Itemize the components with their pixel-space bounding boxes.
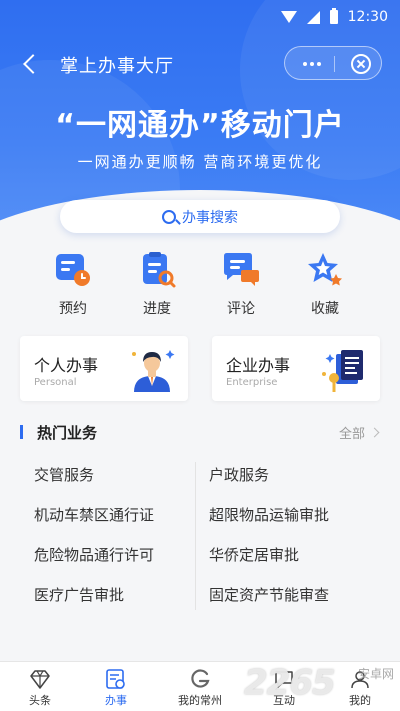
quick-action-comment[interactable]: 评论 bbox=[201, 250, 281, 318]
tab-headlines[interactable]: 头条 bbox=[0, 662, 80, 711]
search-button[interactable]: 办事搜索 bbox=[60, 200, 340, 233]
quick-action-label: 收藏 bbox=[311, 301, 339, 317]
wifi-icon bbox=[281, 11, 297, 23]
hero-title: “一网通办”移动门户 bbox=[55, 108, 345, 143]
section-marker bbox=[20, 425, 23, 439]
card-subtitle: Personal bbox=[34, 377, 77, 388]
quick-action-progress[interactable]: 进度 bbox=[117, 250, 197, 318]
watermark-text: 安卓网 bbox=[357, 667, 394, 681]
quick-actions: 预约 进度 评论 收藏 bbox=[0, 250, 400, 325]
tab-services[interactable]: 办事 bbox=[76, 662, 156, 711]
enterprise-service-card[interactable]: 企业办事 Enterprise bbox=[212, 336, 380, 401]
quick-action-label: 进度 bbox=[143, 301, 171, 317]
hot-service-item[interactable]: 交管服务 bbox=[34, 464, 94, 485]
tab-label: 头条 bbox=[29, 694, 51, 707]
quick-action-label: 评论 bbox=[227, 301, 255, 317]
hot-service-item[interactable]: 户政服务 bbox=[209, 464, 269, 485]
hot-service-item[interactable]: 超限物品运输审批 bbox=[209, 504, 329, 525]
status-bar: 12:30 bbox=[0, 0, 400, 34]
tab-my-changzhou[interactable]: 我的常州 bbox=[160, 662, 240, 711]
page-title: 掌上办事大厅 bbox=[60, 56, 174, 77]
tab-label: 办事 bbox=[105, 694, 127, 707]
watermark-logo: 2265 安卓网 bbox=[244, 663, 394, 707]
city-icon bbox=[191, 669, 210, 688]
card-subtitle: Enterprise bbox=[226, 377, 278, 388]
mini-program-capsule bbox=[284, 46, 382, 80]
tab-label: 我的常州 bbox=[178, 694, 222, 707]
appointment-icon bbox=[56, 254, 90, 286]
quick-action-favorite[interactable]: 收藏 bbox=[285, 250, 365, 318]
comment-icon bbox=[224, 253, 259, 286]
hot-service-item[interactable]: 危险物品通行许可 bbox=[34, 544, 154, 565]
search-icon bbox=[162, 209, 176, 224]
card-title: 企业办事 bbox=[226, 356, 291, 375]
hot-service-item[interactable]: 机动车禁区通行证 bbox=[34, 504, 154, 525]
hot-services-header: 热门业务 全部 bbox=[0, 420, 400, 444]
hero-subtitle: 一网通办更顺畅 营商环境更优化 bbox=[77, 153, 323, 171]
enterprise-icon bbox=[322, 350, 363, 392]
hot-service-item[interactable]: 医疗广告审批 bbox=[34, 584, 124, 605]
close-button[interactable] bbox=[351, 54, 371, 74]
section-title: 热门业务 bbox=[37, 424, 98, 442]
service-icon bbox=[106, 669, 125, 689]
progress-icon bbox=[143, 252, 176, 288]
quick-action-label: 预约 bbox=[59, 301, 87, 317]
search-label: 办事搜索 bbox=[182, 209, 238, 226]
nav-bar: 掌上办事大厅 bbox=[0, 44, 400, 84]
battery-icon bbox=[330, 8, 338, 24]
person-icon bbox=[132, 350, 175, 392]
capsule-divider bbox=[334, 56, 335, 72]
view-all-label: 全部 bbox=[338, 427, 365, 442]
back-button[interactable] bbox=[18, 50, 46, 78]
column-divider bbox=[195, 462, 196, 610]
more-button[interactable] bbox=[297, 47, 327, 81]
view-all-link[interactable]: 全部 bbox=[338, 423, 380, 442]
quick-action-appointment[interactable]: 预约 bbox=[33, 250, 113, 318]
personal-service-card[interactable]: 个人办事 Personal bbox=[20, 336, 188, 401]
status-time: 12:30 bbox=[347, 9, 388, 25]
hot-service-item[interactable]: 华侨定居审批 bbox=[209, 544, 299, 565]
favorite-icon bbox=[308, 253, 342, 286]
diamond-icon bbox=[30, 670, 50, 689]
hot-service-item[interactable]: 固定资产节能审查 bbox=[209, 584, 329, 605]
watermark-number: 2265 bbox=[244, 663, 336, 703]
card-title: 个人办事 bbox=[34, 356, 99, 375]
chevron-right-icon bbox=[369, 427, 380, 438]
signal-icon bbox=[307, 10, 320, 24]
